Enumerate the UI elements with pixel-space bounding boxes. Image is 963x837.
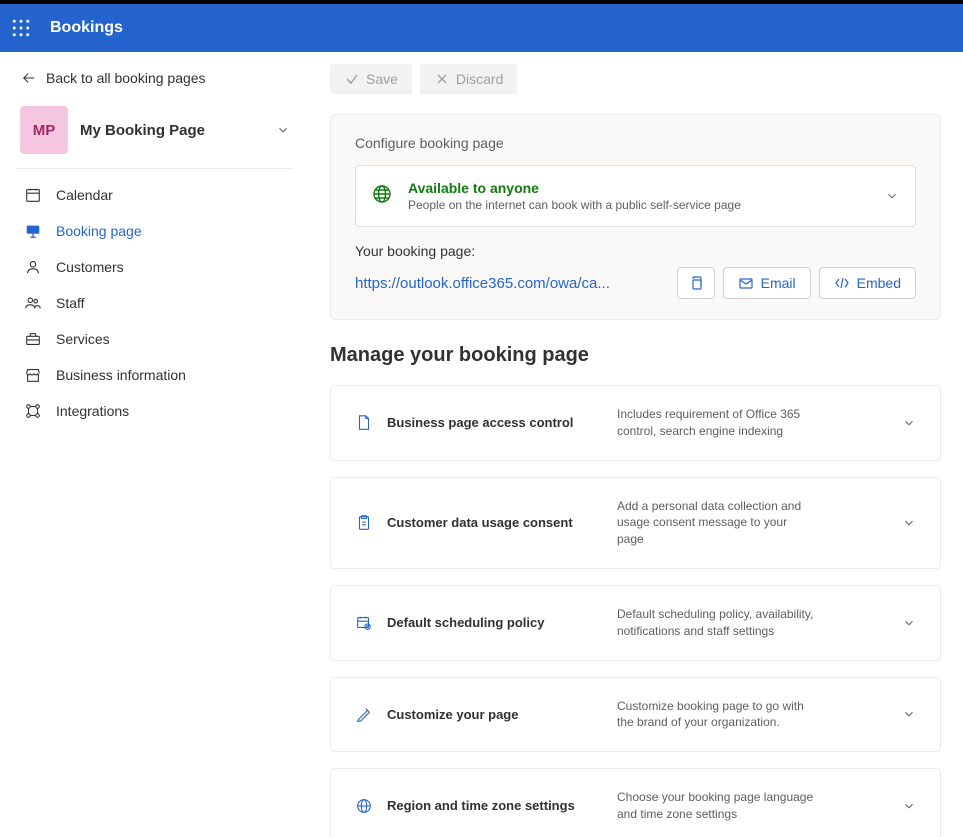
settings-item-desc: Customize booking page to go with the br… <box>617 698 817 732</box>
chevron-down-icon <box>902 799 916 813</box>
globe-icon <box>355 797 373 815</box>
sidebar-item-staff[interactable]: Staff <box>16 285 294 321</box>
save-label: Save <box>366 71 398 87</box>
sidebar-item-business-info[interactable]: Business information <box>16 357 294 393</box>
sidebar-item-integrations[interactable]: Integrations <box>16 393 294 429</box>
close-icon <box>434 71 450 87</box>
settings-item-region[interactable]: Region and time zone settings Choose you… <box>330 768 941 837</box>
sidebar-item-label: Business information <box>56 367 186 383</box>
chevron-down-icon <box>902 416 916 430</box>
sidebar-item-services[interactable]: Services <box>16 321 294 357</box>
availability-selector[interactable]: Available to anyone People on the intern… <box>355 165 916 227</box>
checkmark-icon <box>344 71 360 87</box>
sidebar-item-label: Services <box>56 331 110 347</box>
availability-desc: People on the internet can book with a p… <box>408 198 869 212</box>
settings-item-access-control[interactable]: Business page access control Includes re… <box>330 385 941 461</box>
sidebar-item-calendar[interactable]: Calendar <box>16 177 294 213</box>
manage-heading: Manage your booking page <box>330 344 941 367</box>
email-button[interactable]: Email <box>723 267 811 299</box>
chevron-down-icon <box>902 707 916 721</box>
integrations-icon <box>24 402 42 420</box>
settings-item-title: Customize your page <box>387 707 603 722</box>
monitor-icon <box>24 222 42 240</box>
settings-item-desc: Includes requirement of Office 365 contr… <box>617 406 817 440</box>
settings-item-title: Customer data usage consent <box>387 515 603 530</box>
people-icon <box>24 294 42 312</box>
arrow-left-icon <box>22 71 36 85</box>
configure-card: Configure booking page Available to anyo… <box>330 114 941 320</box>
sidebar-item-customers[interactable]: Customers <box>16 249 294 285</box>
person-icon <box>24 258 42 276</box>
avatar: MP <box>20 106 68 154</box>
embed-label: Embed <box>857 275 901 291</box>
sidebar-item-booking-page[interactable]: Booking page <box>16 213 294 249</box>
code-icon <box>834 275 850 291</box>
copy-button[interactable] <box>677 267 715 299</box>
booking-url[interactable]: https://outlook.office365.com/owa/ca... <box>355 275 669 292</box>
settings-item-desc: Default scheduling policy, availability,… <box>617 606 817 640</box>
discard-button[interactable]: Discard <box>420 64 517 94</box>
chevron-down-icon <box>902 516 916 530</box>
back-link[interactable]: Back to all booking pages <box>16 66 294 90</box>
settings-item-desc: Add a personal data collection and usage… <box>617 498 817 548</box>
app-title: Bookings <box>50 19 123 37</box>
main-content: Save Discard Configure booking page Avai… <box>310 52 963 837</box>
discard-label: Discard <box>456 71 503 87</box>
store-icon <box>24 366 42 384</box>
back-link-label: Back to all booking pages <box>46 70 206 86</box>
copy-icon <box>688 275 704 291</box>
sidebar-item-label: Integrations <box>56 403 129 419</box>
app-header: Bookings <box>0 4 963 52</box>
mail-icon <box>738 275 754 291</box>
email-label: Email <box>761 275 796 291</box>
sidebar-item-label: Calendar <box>56 187 113 203</box>
settings-item-scheduling[interactable]: Default scheduling policy Default schedu… <box>330 585 941 661</box>
sidebar-item-label: Booking page <box>56 223 142 239</box>
clipboard-icon <box>355 514 373 532</box>
url-section: Your booking page: https://outlook.offic… <box>355 243 916 299</box>
chevron-down-icon <box>885 189 899 203</box>
booking-page-name: My Booking Page <box>80 122 264 139</box>
settings-item-title: Business page access control <box>387 415 603 430</box>
globe-icon <box>372 184 392 209</box>
chevron-down-icon <box>276 123 290 137</box>
booking-page-selector[interactable]: MP My Booking Page <box>16 100 294 169</box>
calendar-icon <box>24 186 42 204</box>
settings-item-desc: Choose your booking page language and ti… <box>617 789 817 823</box>
sidebar-item-label: Customers <box>56 259 124 275</box>
action-bar: Save Discard <box>330 60 941 98</box>
availability-title: Available to anyone <box>408 180 869 196</box>
paint-icon <box>355 705 373 723</box>
settings-item-title: Default scheduling policy <box>387 615 603 630</box>
sidebar-item-label: Staff <box>56 295 85 311</box>
sidebar: Back to all booking pages MP My Booking … <box>0 52 310 837</box>
document-icon <box>355 414 373 432</box>
app-launcher-icon[interactable] <box>12 19 30 37</box>
configure-title: Configure booking page <box>355 135 916 151</box>
sidebar-nav: Calendar Booking page Customers Staff Se… <box>16 177 294 429</box>
calendar-settings-icon <box>355 614 373 632</box>
chevron-down-icon <box>902 616 916 630</box>
briefcase-icon <box>24 330 42 348</box>
settings-item-consent[interactable]: Customer data usage consent Add a person… <box>330 477 941 569</box>
save-button[interactable]: Save <box>330 64 412 94</box>
settings-item-customize[interactable]: Customize your page Customize booking pa… <box>330 677 941 753</box>
settings-item-title: Region and time zone settings <box>387 798 603 813</box>
embed-button[interactable]: Embed <box>819 267 916 299</box>
url-label: Your booking page: <box>355 243 916 259</box>
